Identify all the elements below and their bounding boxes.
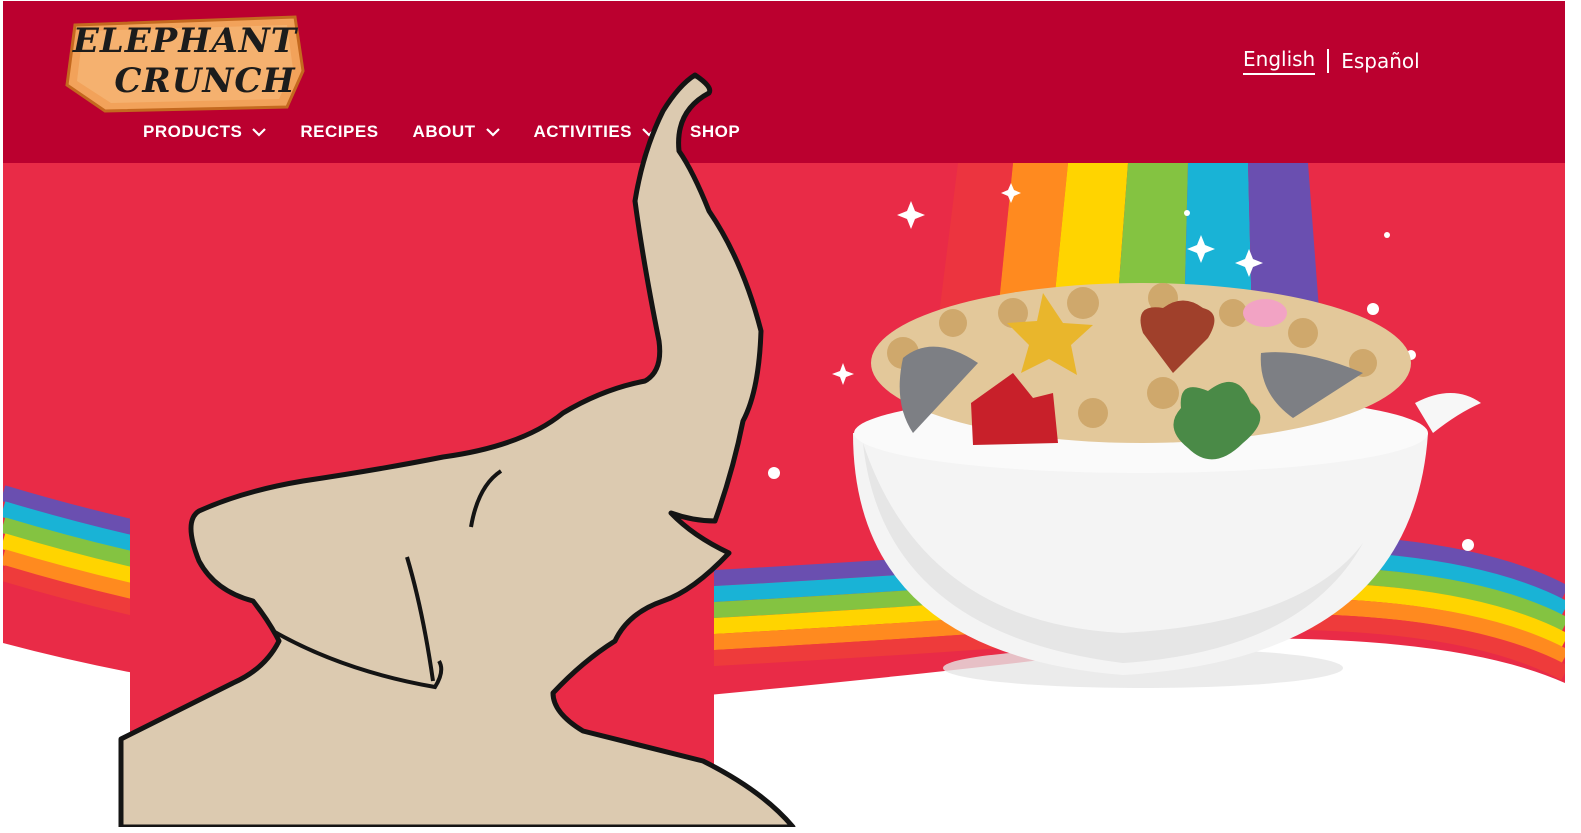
nav-item-about[interactable]: ABOUT: [413, 122, 500, 142]
language-divider: [1327, 49, 1330, 73]
chevron-down-icon: [252, 128, 267, 137]
site-header: ELEPHANT CRUNCH PRODUCTS RECIPES ABOUT A…: [3, 1, 1565, 163]
nav-item-activities[interactable]: ACTIVITIES: [534, 122, 657, 142]
hero-banner: [3, 163, 1565, 827]
nav-item-label: ABOUT: [412, 122, 476, 141]
hero-illustration: [3, 163, 1565, 827]
language-spanish-link[interactable]: Español: [1341, 49, 1419, 73]
nav-item-products[interactable]: PRODUCTS: [143, 122, 267, 142]
logo-line-1: ELEPHANT: [72, 21, 298, 61]
nav-item-label: ACTIVITIES: [533, 122, 633, 141]
chevron-down-icon: [642, 128, 656, 137]
logo-text: ELEPHANT CRUNCH: [65, 11, 305, 115]
language-english-link[interactable]: English: [1243, 47, 1316, 75]
main-nav: PRODUCTS RECIPES ABOUT ACTIVITIES SHOP: [143, 117, 774, 147]
nav-item-label: PRODUCTS: [143, 122, 243, 141]
logo-line-2: CRUNCH: [114, 61, 296, 101]
nav-item-recipes[interactable]: RECIPES: [300, 122, 378, 142]
nav-item-shop[interactable]: SHOP: [690, 122, 740, 142]
product-card: [130, 191, 714, 827]
browser-page: ELEPHANT CRUNCH PRODUCTS RECIPES ABOUT A…: [3, 1, 1565, 827]
chevron-down-icon: [485, 128, 500, 137]
nav-item-label: SHOP: [690, 122, 741, 141]
language-switcher: English Español: [1243, 45, 1420, 77]
nav-item-label: RECIPES: [300, 122, 379, 141]
brand-logo[interactable]: ELEPHANT CRUNCH: [65, 11, 305, 115]
